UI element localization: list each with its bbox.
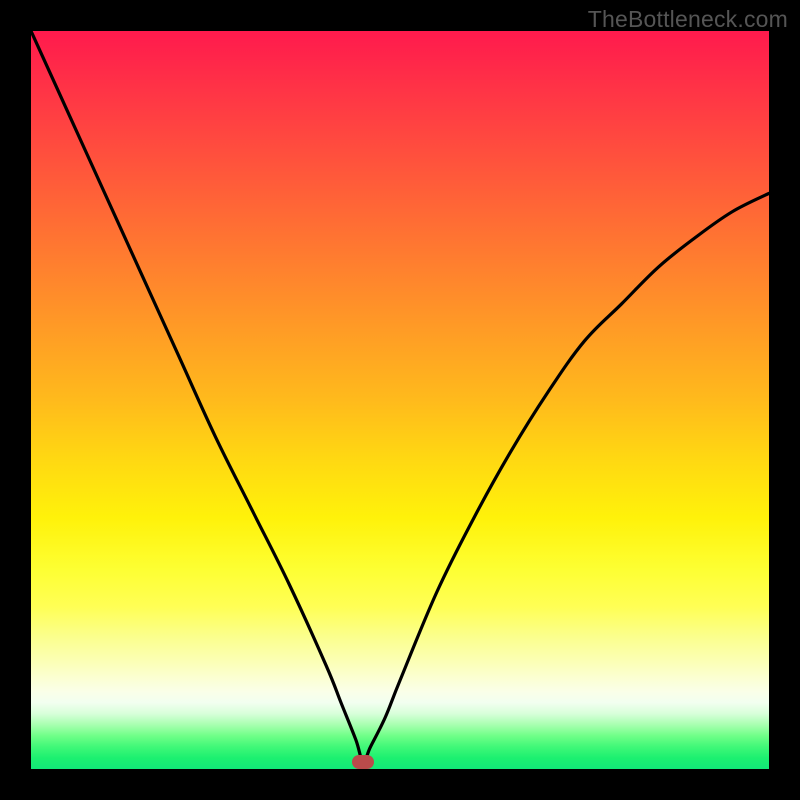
plot-area bbox=[31, 31, 769, 769]
bottleneck-curve bbox=[31, 31, 769, 769]
optimal-point-marker bbox=[352, 755, 374, 769]
watermark-text: TheBottleneck.com bbox=[588, 6, 788, 33]
chart-frame: TheBottleneck.com bbox=[0, 0, 800, 800]
